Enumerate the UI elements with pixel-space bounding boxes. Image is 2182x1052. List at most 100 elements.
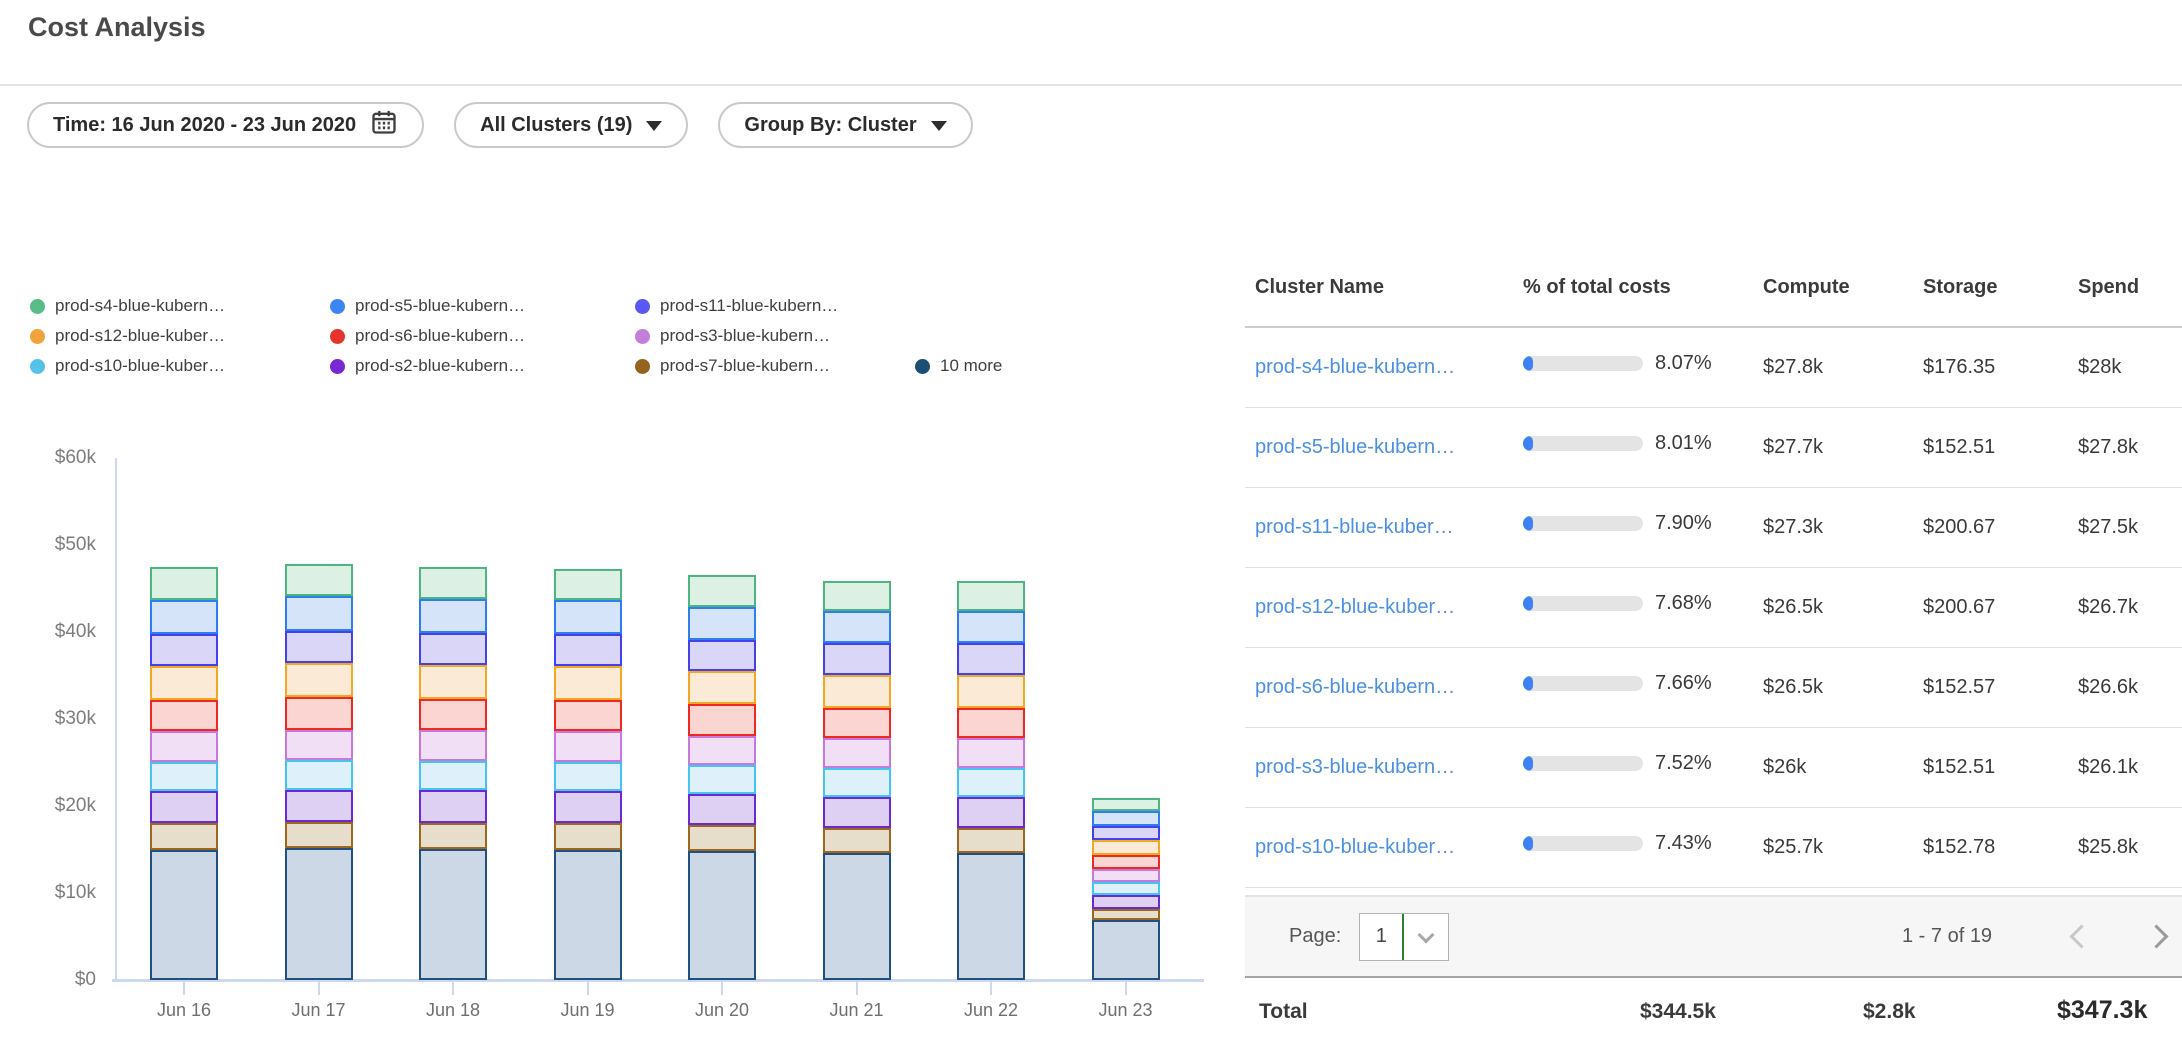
- legend-dot-icon: [30, 329, 45, 344]
- bar-segment: [957, 828, 1025, 853]
- column-header-spend: Spend: [2078, 276, 2139, 299]
- stacked-bar-jun-21: [823, 581, 891, 980]
- bar-segment: [150, 634, 218, 666]
- legend-item-label: prod-s2-blue-kubern…: [355, 356, 525, 376]
- progress-track: [1523, 356, 1643, 371]
- chart-legend: prod-s4-blue-kubern…prod-s5-blue-kubern……: [30, 296, 1002, 386]
- cell-cluster-name: prod-s12-blue-kuber…: [1255, 596, 1505, 619]
- cluster-link[interactable]: prod-s6-blue-kubern…: [1255, 676, 1455, 698]
- cell-pct-of-total: 7.52%: [1523, 752, 1712, 775]
- cluster-link[interactable]: prod-s12-blue-kuber…: [1255, 596, 1455, 618]
- progress-fill: [1523, 596, 1533, 611]
- progress-track: [1523, 836, 1643, 851]
- bar-segment: [957, 797, 1025, 828]
- bar-segment: [823, 708, 891, 738]
- legend-item[interactable]: prod-s2-blue-kubern…: [330, 356, 635, 376]
- bar-segment: [957, 853, 1025, 980]
- stacked-bar-jun-19: [554, 569, 622, 980]
- bar-segment: [957, 611, 1025, 643]
- time-range-button[interactable]: Time: 16 Jun 2020 - 23 Jun 2020: [27, 102, 424, 148]
- cell-spend: $25.8k: [2078, 836, 2138, 859]
- y-axis-tick-label: $10k: [4, 882, 96, 904]
- legend-item[interactable]: prod-s6-blue-kubern…: [330, 326, 635, 346]
- bar-segment: [285, 848, 353, 980]
- cluster-link[interactable]: prod-s4-blue-kubern…: [1255, 356, 1455, 378]
- cell-storage: $152.51: [1923, 436, 1995, 459]
- bar-segment: [419, 790, 487, 822]
- clusters-dropdown[interactable]: All Clusters (19): [454, 102, 688, 148]
- page-select[interactable]: 1: [1359, 913, 1449, 961]
- x-axis-tick-label: Jun 17: [254, 1000, 384, 1021]
- cell-compute: $27.3k: [1763, 516, 1823, 539]
- bar-segment: [823, 828, 891, 853]
- y-axis-tick-label: $60k: [4, 447, 96, 469]
- bar-segment: [957, 675, 1025, 708]
- progress-track: [1523, 436, 1643, 451]
- legend-dot-icon: [635, 299, 650, 314]
- cell-storage: $152.57: [1923, 676, 1995, 699]
- chevron-down-icon: [646, 121, 662, 131]
- pct-value: 7.66%: [1655, 672, 1712, 695]
- page-select-chevron-wrap: [1404, 933, 1448, 941]
- cluster-link[interactable]: prod-s10-blue-kuber…: [1255, 836, 1455, 858]
- group-by-dropdown[interactable]: Group By: Cluster: [718, 102, 972, 148]
- bar-segment: [1092, 855, 1160, 869]
- pct-value: 7.90%: [1655, 512, 1712, 535]
- legend-item[interactable]: prod-s11-blue-kubern…: [635, 296, 915, 316]
- cell-cluster-name: prod-s3-blue-kubern…: [1255, 756, 1505, 779]
- bar-segment: [419, 761, 487, 791]
- column-header-pct: % of total costs: [1523, 276, 1671, 299]
- next-page-button[interactable]: [2144, 924, 2168, 948]
- cell-pct-of-total: 8.01%: [1523, 432, 1712, 455]
- legend-dot-icon: [30, 299, 45, 314]
- page-title: Cost Analysis: [28, 12, 206, 43]
- legend-item[interactable]: prod-s10-blue-kuber…: [30, 356, 330, 376]
- cell-spend: $27.8k: [2078, 436, 2138, 459]
- bar-segment: [688, 704, 756, 735]
- cell-cluster-name: prod-s4-blue-kubern…: [1255, 356, 1505, 379]
- table-row: prod-s6-blue-kubern…7.66%$26.5k$152.57$2…: [1245, 648, 2182, 728]
- cell-spend: $28k: [2078, 356, 2121, 379]
- bar-segment: [823, 853, 891, 980]
- legend-item-label: prod-s7-blue-kubern…: [660, 356, 830, 376]
- previous-page-button[interactable]: [2069, 924, 2093, 948]
- bar-segment: [285, 760, 353, 790]
- bar-segment: [554, 569, 622, 600]
- bar-segment: [554, 850, 622, 981]
- bar-segment: [285, 631, 353, 663]
- column-header-cluster-name: Cluster Name: [1255, 276, 1384, 299]
- legend-item[interactable]: prod-s7-blue-kubern…: [635, 356, 915, 376]
- table-body: prod-s4-blue-kubern…8.07%$27.8k$176.35$2…: [1245, 328, 2182, 888]
- bar-segment: [957, 738, 1025, 768]
- bar-segment: [688, 671, 756, 704]
- pct-value: 8.07%: [1655, 352, 1712, 375]
- bar-segment: [823, 675, 891, 708]
- bar-segment: [285, 663, 353, 697]
- chart-plot-area: [0, 458, 1225, 980]
- x-axis-tick: [183, 982, 185, 995]
- legend-dot-icon: [330, 359, 345, 374]
- x-axis-tick: [856, 982, 858, 995]
- legend-item[interactable]: prod-s3-blue-kubern…: [635, 326, 915, 346]
- progress-fill: [1523, 436, 1533, 451]
- bar-segment: [957, 768, 1025, 797]
- y-axis-tick-label: $20k: [4, 795, 96, 817]
- header-divider: [0, 84, 2182, 86]
- bar-segment: [285, 822, 353, 848]
- cluster-link[interactable]: prod-s11-blue-kuber…: [1255, 516, 1454, 538]
- pct-value: 7.43%: [1655, 832, 1712, 855]
- progress-fill: [1523, 356, 1533, 371]
- stacked-bar-jun-18: [419, 567, 487, 980]
- cell-pct-of-total: 7.43%: [1523, 832, 1712, 855]
- filter-bar: Time: 16 Jun 2020 - 23 Jun 2020 All Clus…: [27, 102, 973, 148]
- legend-item[interactable]: prod-s4-blue-kubern…: [30, 296, 330, 316]
- legend-item[interactable]: 10 more: [915, 356, 1002, 376]
- progress-fill: [1523, 516, 1533, 531]
- cluster-link[interactable]: prod-s3-blue-kubern…: [1255, 756, 1455, 778]
- legend-item[interactable]: prod-s12-blue-kuber…: [30, 326, 330, 346]
- cluster-link[interactable]: prod-s5-blue-kubern…: [1255, 436, 1455, 458]
- legend-item[interactable]: prod-s5-blue-kubern…: [330, 296, 635, 316]
- cell-pct-of-total: 7.66%: [1523, 672, 1712, 695]
- cell-pct-of-total: 7.68%: [1523, 592, 1712, 615]
- legend-dot-icon: [635, 359, 650, 374]
